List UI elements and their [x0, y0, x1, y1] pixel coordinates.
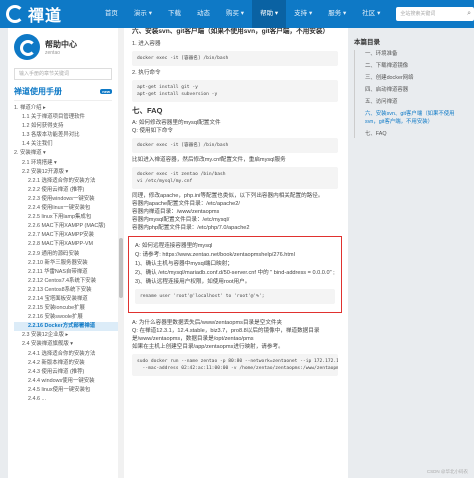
faq-question-2: A: 为什么容器里数据丢失后/www/zentaopms目录是空文件夹: [132, 320, 283, 326]
zentao-dir-path: 容器内禅道目录：/www/zentaopms: [132, 209, 220, 215]
step-1-text: 1. 进入容器: [132, 41, 161, 47]
code-block-mycnf: docker exec -it zentao /bin/bash vi /etc…: [132, 167, 338, 189]
toc-item[interactable]: 2.4.5 linux使用一键安装包: [14, 386, 118, 395]
manual-section-title[interactable]: 禅道使用手册 new: [14, 86, 112, 101]
faq-answer-2: Q: 在禅道12.3.1，12.4.stable，biz3.7，pro8.8以后…: [132, 328, 320, 342]
article-toc-item[interactable]: 五、访问禅道: [361, 98, 468, 106]
nav-item-demo[interactable]: 演示 ▾: [126, 0, 160, 28]
site-search-input[interactable]: 全站搜索关键词: [396, 7, 474, 21]
toc-item[interactable]: 2.2 安装12开源版 ▾: [14, 168, 118, 177]
toc-item[interactable]: 2.2.15 安装ioncube扩展: [14, 304, 118, 313]
toc-item[interactable]: 2. 安装禅道 ▾: [14, 149, 118, 158]
toc-item[interactable]: 2.2.10 新华三服务器安装: [14, 259, 118, 268]
remote-mysql-question: A: 如何远程连接容器里的mysql: [135, 243, 213, 249]
nav-item-buy[interactable]: 购买 ▾: [218, 0, 252, 28]
nav-item-service[interactable]: 服务 ▾: [320, 0, 354, 28]
code-block-rename-user: rename user 'root'@'localhost' to 'root'…: [135, 289, 335, 304]
remote-mysql-step-3: 3)、确认远程连接用户权限，如使用root用户。: [135, 279, 251, 285]
toc-item[interactable]: 2.2.6 MAC下用XAMPP (MAC版): [14, 222, 118, 231]
toc-item[interactable]: 2.4.6 ...: [14, 395, 118, 404]
faq-answer-2b: 如果在主机上创建空目录/app/zentaopms进行映射，请参考。: [132, 344, 284, 350]
toc-item[interactable]: 1.3 各版本功能差异对比: [14, 131, 118, 140]
toc-item[interactable]: 2.4.1 选择适合你的安装方法: [14, 350, 118, 359]
toc-item[interactable]: 2.3 安装12企业版 ▸: [14, 331, 118, 340]
watermark: CSDN @华北小码农: [426, 469, 468, 474]
article-toc-item[interactable]: 三、创建docker网络: [361, 74, 468, 82]
nav-item-home[interactable]: 首页: [97, 0, 126, 28]
help-center-subtitle: zentao: [45, 49, 61, 56]
nav-item-help[interactable]: 帮助 ▾: [252, 0, 287, 28]
nav-item-community[interactable]: 社区 ▾: [354, 0, 388, 28]
highlighted-faq-box: A: 如何远程连接容器里的mysql Q: 请参考: https://www.z…: [128, 236, 342, 313]
php-config-path: 容器内php配置文件目录：/etc/php/7.0/apache2: [132, 225, 250, 231]
nav-item-download[interactable]: 下载: [160, 0, 189, 28]
help-center-icon: [14, 34, 40, 60]
article-toc-item-current[interactable]: 六、安装svn、git客户端（如果不使用svn，git客户端，不用安装）: [361, 110, 468, 126]
nav-item-support[interactable]: 支持 ▾: [286, 0, 320, 28]
new-badge: new: [100, 89, 112, 94]
toc-item[interactable]: 2.2.14 宝塔面板安装禅道: [14, 295, 118, 304]
main-nav: 首页 演示 ▾ 下载 动态 购买 ▾ 帮助 ▾ 支持 ▾ 服务 ▾ 社区 ▾: [97, 0, 388, 28]
toc-item[interactable]: 2.2.4 使用linux一键安装包: [14, 204, 118, 213]
toc-item[interactable]: 2.2.12 Centos7.4系统下安装: [14, 277, 118, 286]
toc-item[interactable]: 2.2.13 Centos8系统下安装: [14, 286, 118, 295]
brand-logo[interactable]: 禪道: [0, 2, 97, 26]
article-toc-item[interactable]: 一、环境准备: [361, 50, 468, 58]
apache-config-path: 容器内apache配置文件目录：/etc/apache2/: [132, 201, 240, 207]
toc-item[interactable]: 2.2.11 华雷NAS自带禅道: [14, 268, 118, 277]
toc-item[interactable]: 2.2.1 选择适合你的安装方法: [14, 177, 118, 186]
toc-item[interactable]: 2.4.3 使用云禅道 (推荐): [14, 368, 118, 377]
toc-item[interactable]: 2.2.5 linux下用lamp集成包: [14, 213, 118, 222]
remote-mysql-step-1: 1)、确认主机与容器中mysql端口映射；: [135, 261, 233, 267]
code-block-docker-run: sudo docker run --name zentao -p 80:80 -…: [132, 354, 338, 376]
article-toc-item[interactable]: 二、下载禅道镜像: [361, 62, 468, 70]
toc-item[interactable]: 2.4.4 windows使用一键安装: [14, 377, 118, 386]
help-sidebar: 帮助中心 zentao 输入手册的章节关键词 禅道使用手册 new 1. 禅道介…: [8, 28, 118, 478]
scrollbar-thumb[interactable]: [119, 238, 123, 298]
toc-item[interactable]: 1.2 如何获得支持: [14, 122, 118, 131]
toc-item[interactable]: 2.2.8 MAC下用XAMPP-VM: [14, 240, 118, 249]
faq-question-1: A: 如何修改容器里的mysql配置文件: [132, 120, 221, 126]
toc-item[interactable]: 1.4 关注我们: [14, 140, 118, 149]
code-block-exec: docker exec -it [容器名] /bin/bash: [132, 138, 338, 153]
chapter-search-input[interactable]: 输入手册的章节关键词: [14, 68, 112, 80]
article-content: 六、安装svn、git客户端（如果不使用svn，git客户端，不用安装） 1. …: [124, 28, 348, 478]
toc-item[interactable]: 2.4.2 新版本禅道的安装: [14, 359, 118, 368]
toc-item[interactable]: 2.4 安装禅道旗舰版 ▾: [14, 340, 118, 349]
toc-item[interactable]: 2.2.3 使用windows一键安装: [14, 195, 118, 204]
toc-item[interactable]: 1.1 关于禅道项目管理软件: [14, 113, 118, 122]
article-toc-title: 本篇目录: [354, 39, 380, 46]
faq-heading: 七、FAQ: [132, 106, 163, 115]
help-center-title: 帮助中心: [45, 39, 77, 49]
brand-name: 禪道: [28, 8, 63, 25]
logo-icon: [6, 5, 24, 23]
toc-item-active[interactable]: 2.2.16 Docker方式部署禅道: [14, 322, 118, 332]
toc-item[interactable]: 2.2.7 MAC下用XAMPP安装: [14, 231, 118, 240]
remote-mysql-step-2: 2)、确认 /etc/mysql/mariadb.conf.d/50-serve…: [135, 270, 335, 276]
faq-answer-1: Q: 使用如下命令: [132, 128, 174, 134]
toc-item[interactable]: 2.2.9 通用的源码安装: [14, 250, 118, 259]
mysql-config-path: 容器内mysql配置文件目录：/etc/mysql/: [132, 217, 230, 223]
top-nav-bar: 禪道 首页 演示 ▾ 下载 动态 购买 ▾ 帮助 ▾ 支持 ▾ 服务 ▾ 社区 …: [0, 0, 474, 28]
code-block-enter-container: docker exec -it [容器名] /bin/bash: [132, 51, 338, 66]
article-toc-item[interactable]: 四、启动禅道容器: [361, 86, 468, 94]
article-toc-item[interactable]: 七、FAQ: [361, 130, 468, 138]
toc-item[interactable]: 2.2.16 安装swoole扩展: [14, 313, 118, 322]
help-center-header: 帮助中心 zentao: [8, 28, 118, 64]
nav-item-news[interactable]: 动态: [189, 0, 218, 28]
config-paths-intro: 同理，修改apache，php.ini等配置也类似，以下列出容器内相关配置的路径…: [132, 193, 324, 199]
manual-section-label: 禅道使用手册: [14, 87, 62, 96]
step-2-text: 2. 执行命令: [132, 70, 161, 76]
remote-mysql-answer-link[interactable]: Q: 请参考: https://www.zentao.net/book/zent…: [135, 251, 335, 259]
example-note: 比如进入禅道容器，然后修改my.cnf配置文件，重启mysql服务: [132, 157, 286, 163]
toc-item[interactable]: 1. 禅道介绍 ▸: [14, 104, 118, 113]
section-heading-6: 六、安装svn、git客户端（如果不使用svn，git客户端，不用安装）: [132, 28, 330, 35]
article-toc: 本篇目录 一、环境准备 二、下载禅道镜像 三、创建docker网络 四、启动禅道…: [348, 28, 474, 478]
manual-toc: 1. 禅道介绍 ▸ 1.1 关于禅道项目管理软件 1.2 如何获得支持 1.3 …: [8, 101, 118, 404]
toc-item[interactable]: 2.2.2 使用云禅道 (推荐): [14, 186, 118, 195]
toc-item[interactable]: 2.1 环境搭建 ▾: [14, 159, 118, 168]
code-block-install-clients: apt-get install git -y apt-get install s…: [132, 80, 338, 102]
